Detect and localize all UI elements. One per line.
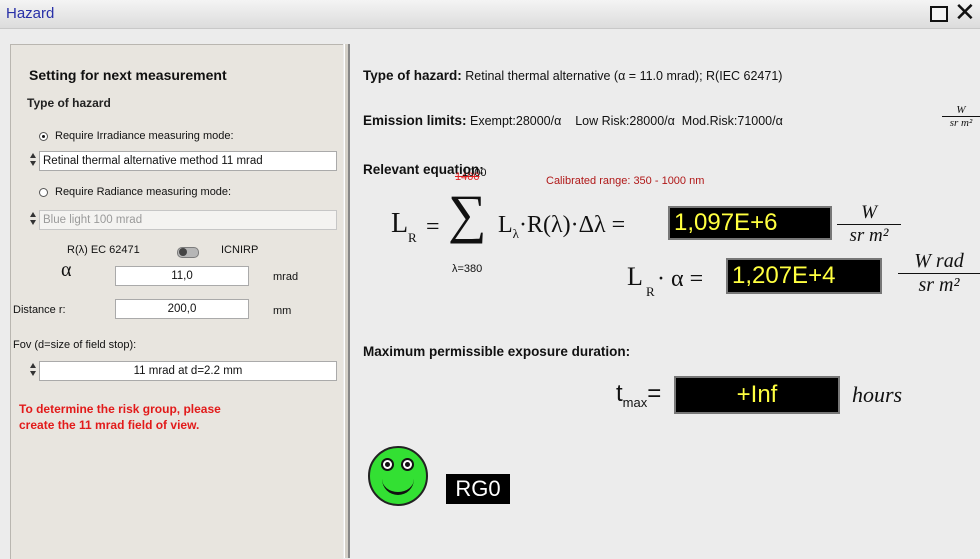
alpha-symbol: α	[61, 259, 72, 281]
lr-alpha-display: 1,207E+4	[726, 258, 882, 294]
emission-unit-numerator: W	[942, 104, 980, 117]
results-panel: Type of hazard: Retinal thermal alternat…	[350, 44, 980, 558]
window-title: Hazard	[6, 5, 55, 22]
emission-unit-denominator: sr m²	[949, 117, 973, 129]
standard-toggle-switch[interactable]	[177, 247, 199, 258]
emission-limits-unit: W sr m²	[942, 104, 980, 129]
emission-limits-value: Exempt:28000/α Low Risk:28000/α Mod.Risk…	[470, 114, 783, 128]
eq2-body: · α =	[657, 266, 704, 292]
distance-label: Distance r:	[13, 304, 66, 316]
mpe-heading-line: Maximum permissible exposure duration:	[363, 344, 630, 359]
settings-heading: Setting for next measurement	[29, 67, 227, 83]
eq-L: L	[391, 208, 409, 239]
mpe-heading: Maximum permissible exposure duration:	[363, 344, 631, 359]
settings-panel: Setting for next measurement Type of haz…	[10, 44, 343, 559]
lr-unit-numerator: W	[837, 202, 901, 225]
lra-unit-numerator: W rad	[898, 250, 980, 274]
title-bar: Hazard ✕	[0, 0, 980, 29]
emission-limits-heading: Emission limits:	[363, 113, 467, 128]
radiance-radio-label: Require Radiance measuring mode:	[55, 186, 232, 198]
irradiance-spinner[interactable]	[29, 151, 37, 171]
type-of-hazard-line: Type of hazard: Retinal thermal alternat…	[363, 68, 782, 83]
green-smiley-icon	[368, 446, 428, 506]
sum-lower: λ=380	[452, 263, 483, 275]
eq-R-sub: R	[408, 230, 417, 245]
distance-field[interactable]: 200,0	[115, 299, 249, 319]
close-icon[interactable]: ✕	[954, 0, 978, 26]
alpha-field[interactable]: 11,0	[115, 266, 249, 286]
warning-line-2: create the 11 mrad field of view.	[19, 418, 200, 432]
risk-group-warning: To determine the risk group, please crea…	[19, 401, 319, 433]
eq-equals: =	[426, 214, 440, 240]
tmax-symbol: tmax=	[616, 380, 662, 410]
sigma-symbol: ∑	[448, 184, 487, 244]
lr-alpha-unit: W rad sr m²	[898, 250, 980, 297]
type-of-hazard-heading: Type of hazard:	[363, 68, 462, 83]
maximize-icon[interactable]	[930, 6, 948, 22]
type-of-hazard-label: Type of hazard	[27, 96, 111, 110]
fov-field[interactable]: 11 mrad at d=2.2 mm	[39, 361, 337, 381]
smiley-right-eye	[401, 458, 414, 471]
distance-unit: mm	[273, 305, 292, 317]
sum-upper: 1000	[462, 167, 487, 179]
tmax-display: +Inf	[674, 376, 840, 414]
alpha-unit: mrad	[273, 271, 299, 283]
smiley-mouth	[382, 472, 414, 495]
eq2-L: L	[627, 262, 643, 291]
fov-label: Fov (d=size of field stop):	[13, 339, 137, 351]
radiance-spinner[interactable]	[29, 210, 37, 230]
toggle-left-label: R(λ) EC 62471	[67, 244, 140, 256]
lr-display: 1,097E+6	[668, 206, 832, 240]
eq2-R-sub: R	[646, 284, 655, 299]
irradiance-radio[interactable]	[39, 132, 48, 141]
radiance-mode-field[interactable]: Blue light 100 mrad	[39, 210, 337, 230]
radiance-radio[interactable]	[39, 188, 48, 197]
emission-limits-line: Emission limits: Exempt:28000/α Low Risk…	[363, 113, 783, 128]
lr-unit-denominator: sr m²	[849, 225, 889, 246]
toggle-right-label: ICNIRP	[221, 244, 259, 256]
lra-unit-denominator: sr m²	[918, 274, 960, 296]
eq-body: Lλ·R(λ)·Δλ =	[498, 212, 626, 241]
type-of-hazard-value: Retinal thermal alternative (α = 11.0 mr…	[465, 69, 783, 83]
lr-unit: W sr m²	[837, 202, 901, 247]
warning-line-1: To determine the risk group, please	[19, 402, 221, 416]
irradiance-radio-label: Require Irradiance measuring mode:	[55, 130, 234, 142]
risk-group-badge: RG0	[446, 474, 510, 504]
tmax-unit: hours	[852, 382, 903, 407]
irradiance-mode-field[interactable]: Retinal thermal alternative method 11 mr…	[39, 151, 337, 171]
calibrated-range: Calibrated range: 350 - 1000 nm	[546, 175, 705, 187]
smiley-left-eye	[381, 458, 394, 471]
fov-spinner[interactable]	[29, 361, 37, 381]
